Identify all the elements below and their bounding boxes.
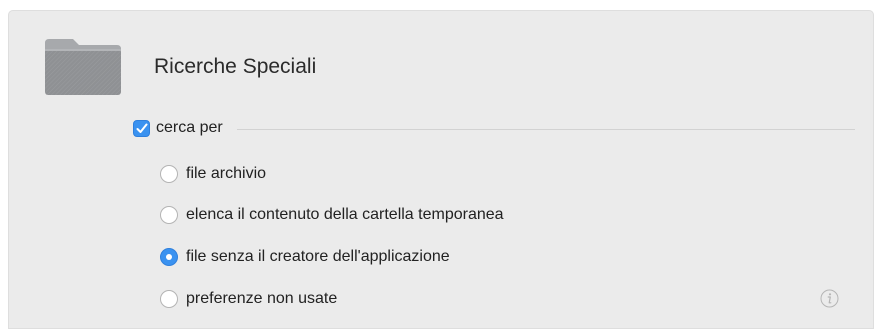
search-by-section: cerca per: [133, 117, 855, 139]
option-archive-files[interactable]: file archivio: [160, 163, 266, 185]
option-label: file archivio: [186, 165, 267, 182]
radio-button[interactable]: [160, 165, 178, 183]
radio-button[interactable]: [160, 206, 178, 224]
checkmark-icon: [136, 123, 147, 133]
radio-button-selected[interactable]: [160, 248, 178, 266]
option-unused-preferences[interactable]: preferenze non usate: [160, 288, 337, 310]
folder-icon: [45, 39, 121, 95]
section-divider: [236, 128, 855, 130]
settings-panel: [8, 10, 874, 329]
search-by-label: cerca per: [156, 119, 223, 136]
option-temp-folder-contents[interactable]: elenca il contenuto della cartella tempo…: [160, 204, 504, 226]
option-label: elenca il contenuto della cartella tempo…: [186, 206, 504, 223]
option-label: file senza il creatore dell'applicazione: [186, 248, 450, 265]
search-by-checkbox[interactable]: [133, 119, 150, 137]
radio-button[interactable]: [160, 290, 178, 308]
option-label: preferenze non usate: [186, 290, 338, 307]
info-icon[interactable]: [820, 289, 839, 308]
page-title: Ricerche Speciali: [154, 55, 317, 78]
option-files-without-creator[interactable]: file senza il creatore dell'applicazione: [160, 246, 450, 268]
